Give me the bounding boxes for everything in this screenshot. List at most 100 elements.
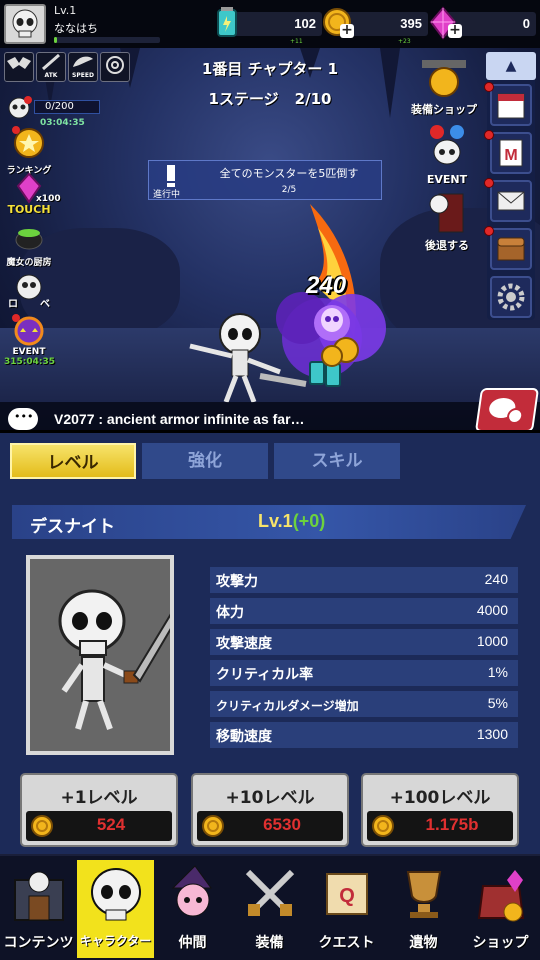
chat-refresh-icon: [489, 398, 524, 424]
stat-row: 攻撃力 240: [210, 567, 518, 593]
damage-number: 240: [306, 272, 347, 299]
buff-speed[interactable]: SPEED: [68, 52, 98, 82]
calendar-icon: [497, 93, 525, 119]
mission-button[interactable]: M: [490, 132, 532, 174]
roulette-label: ロ: [8, 299, 18, 310]
gold-coin-icon: [31, 815, 53, 837]
retreat-door-icon: [429, 193, 464, 233]
nav-shop[interactable]: ショップ: [462, 860, 539, 958]
mission-m-icon: M: [499, 139, 523, 167]
stat-row: クリティカル率 1%: [210, 660, 518, 686]
nav-label: 装備: [255, 935, 284, 951]
shop-sign-icon: [422, 60, 466, 97]
swords-icon: [245, 869, 294, 917]
gear-icon: [497, 283, 525, 311]
buff-bat[interactable]: [4, 52, 34, 82]
nav-equipment[interactable]: 装備: [231, 860, 308, 958]
nav-quest[interactable]: Q クエスト: [308, 860, 385, 958]
quest-state: 進行中: [153, 190, 181, 200]
ghost-icon: [8, 96, 32, 119]
scroll-icon: Q: [325, 873, 368, 915]
death-knight-portrait: [58, 589, 188, 731]
player-avatar[interactable]: [4, 4, 46, 44]
retreat-button[interactable]: 後退する: [412, 190, 482, 253]
buff-label: SPEED: [72, 72, 94, 79]
event-right-button[interactable]: EVENT: [412, 122, 482, 186]
bottom-nav: コンテンツ キャラクター 仲間 装備 Q クエスト 遺物 ショップ: [0, 854, 540, 960]
stat-row: 体力 4000: [210, 598, 518, 624]
retreat-label: 後退する: [425, 239, 469, 252]
nav-relics[interactable]: 遺物: [385, 860, 462, 958]
energy-sub: +11: [290, 38, 303, 45]
ranking-medal-icon: [12, 126, 44, 158]
chest-button[interactable]: [490, 228, 532, 270]
stat-row: クリティカルダメージ増加 5%: [210, 691, 518, 717]
trophy-icon: [406, 871, 441, 918]
chevron-up-icon: ▲: [505, 58, 517, 74]
character-panel: レベル 強化 スキル デスナイト Lv.1(+0) 攻撃力 240 体力 4000 …: [0, 430, 540, 854]
nav-label: 仲間: [178, 935, 207, 951]
roulette-button[interactable]: ロベ: [4, 270, 54, 310]
nav-companions[interactable]: 仲間: [154, 860, 231, 958]
nav-label: ショップ: [472, 935, 529, 951]
chapter-title: 1番目 チャプター 1: [201, 60, 339, 78]
nav-label: 遺物: [409, 935, 438, 951]
touch-reward-button[interactable]: x100 TOUCH: [4, 172, 61, 216]
gold-add-button[interactable]: +: [340, 23, 354, 38]
notification-dot: [484, 226, 494, 236]
level-up-10-button[interactable]: +10レベル 6530: [191, 773, 349, 847]
equipment-shop-button[interactable]: 装備ショップ: [406, 56, 482, 117]
ranking-button[interactable]: ランキング: [4, 126, 54, 176]
mail-button[interactable]: [490, 180, 532, 222]
level-up-label: +100レベル: [389, 788, 491, 808]
stage-name: 1ステージ: [208, 90, 279, 108]
touch-label: TOUCH: [7, 203, 51, 216]
skull-icon: [90, 868, 141, 921]
stat-name: 攻撃力: [216, 574, 258, 590]
settings-button[interactable]: [490, 276, 532, 318]
level-up-100-button[interactable]: +100レベル 1.175b: [361, 773, 519, 847]
stage-info: 1ステージ 2/10: [180, 88, 360, 109]
level-up-1-button[interactable]: +1レベル 524: [20, 773, 178, 847]
collapse-menu-button[interactable]: ▲: [486, 52, 536, 80]
svg-text:Q: Q: [339, 885, 355, 907]
stat-name: クリティカルダメージ増加: [216, 699, 359, 713]
tab-skill[interactable]: スキル: [274, 443, 400, 479]
chat-open-button[interactable]: [474, 388, 540, 432]
player-level: Lv.1: [54, 4, 77, 17]
sword-icon: [42, 53, 60, 71]
stat-name: 移動速度: [216, 729, 272, 745]
skull-icon: [12, 9, 38, 38]
nav-label: クエスト: [318, 935, 375, 951]
notification-dot: [484, 82, 494, 92]
pumpkin-event-icon: [12, 314, 44, 346]
chest-icon: [497, 237, 525, 261]
character-name-bar: デスナイト Lv.1(+0): [12, 505, 526, 539]
swirl-icon: [106, 56, 124, 74]
tab-level[interactable]: レベル: [10, 443, 136, 479]
gold-coin-icon: [372, 815, 394, 837]
nav-character[interactable]: キャラクター: [77, 860, 154, 958]
stat-row: 攻撃速度 1000: [210, 629, 518, 655]
calendar-button[interactable]: [490, 84, 532, 126]
stat-name: 攻撃速度: [216, 636, 272, 652]
bat-icon: [7, 57, 31, 69]
tab-enhance[interactable]: 強化: [142, 443, 268, 479]
quest-banner[interactable]: 進行中 全てのモンスターを5匹倒す 2/5: [148, 160, 382, 200]
mail-icon: [497, 191, 525, 211]
quest-progress: 2/5: [281, 185, 297, 195]
stat-value: 5%: [487, 695, 508, 711]
nav-contents[interactable]: コンテンツ: [0, 860, 77, 958]
event-left-button[interactable]: EVENT 315:04:35: [4, 314, 55, 367]
top-bar: Lv.1 ななはち 102 +11 395 + +23 0 +: [0, 0, 540, 48]
nav-label: コンテンツ: [3, 935, 74, 951]
buff-atk[interactable]: ATK: [36, 52, 66, 82]
chat-bubble-icon: [8, 408, 38, 430]
stats-list: 攻撃力 240 体力 4000 攻撃速度 1000 クリティカル率 1% クリティカルダ…: [210, 567, 518, 753]
gem-add-button[interactable]: +: [448, 23, 462, 38]
quest-title: 全てのモンスターを5匹倒す: [219, 167, 359, 180]
witch-kitchen-button[interactable]: 魔女の厨房: [4, 218, 54, 268]
cauldron-icon: [15, 229, 43, 250]
buff-row: ATK SPEED: [4, 52, 130, 82]
buff-swirl[interactable]: [100, 52, 130, 82]
